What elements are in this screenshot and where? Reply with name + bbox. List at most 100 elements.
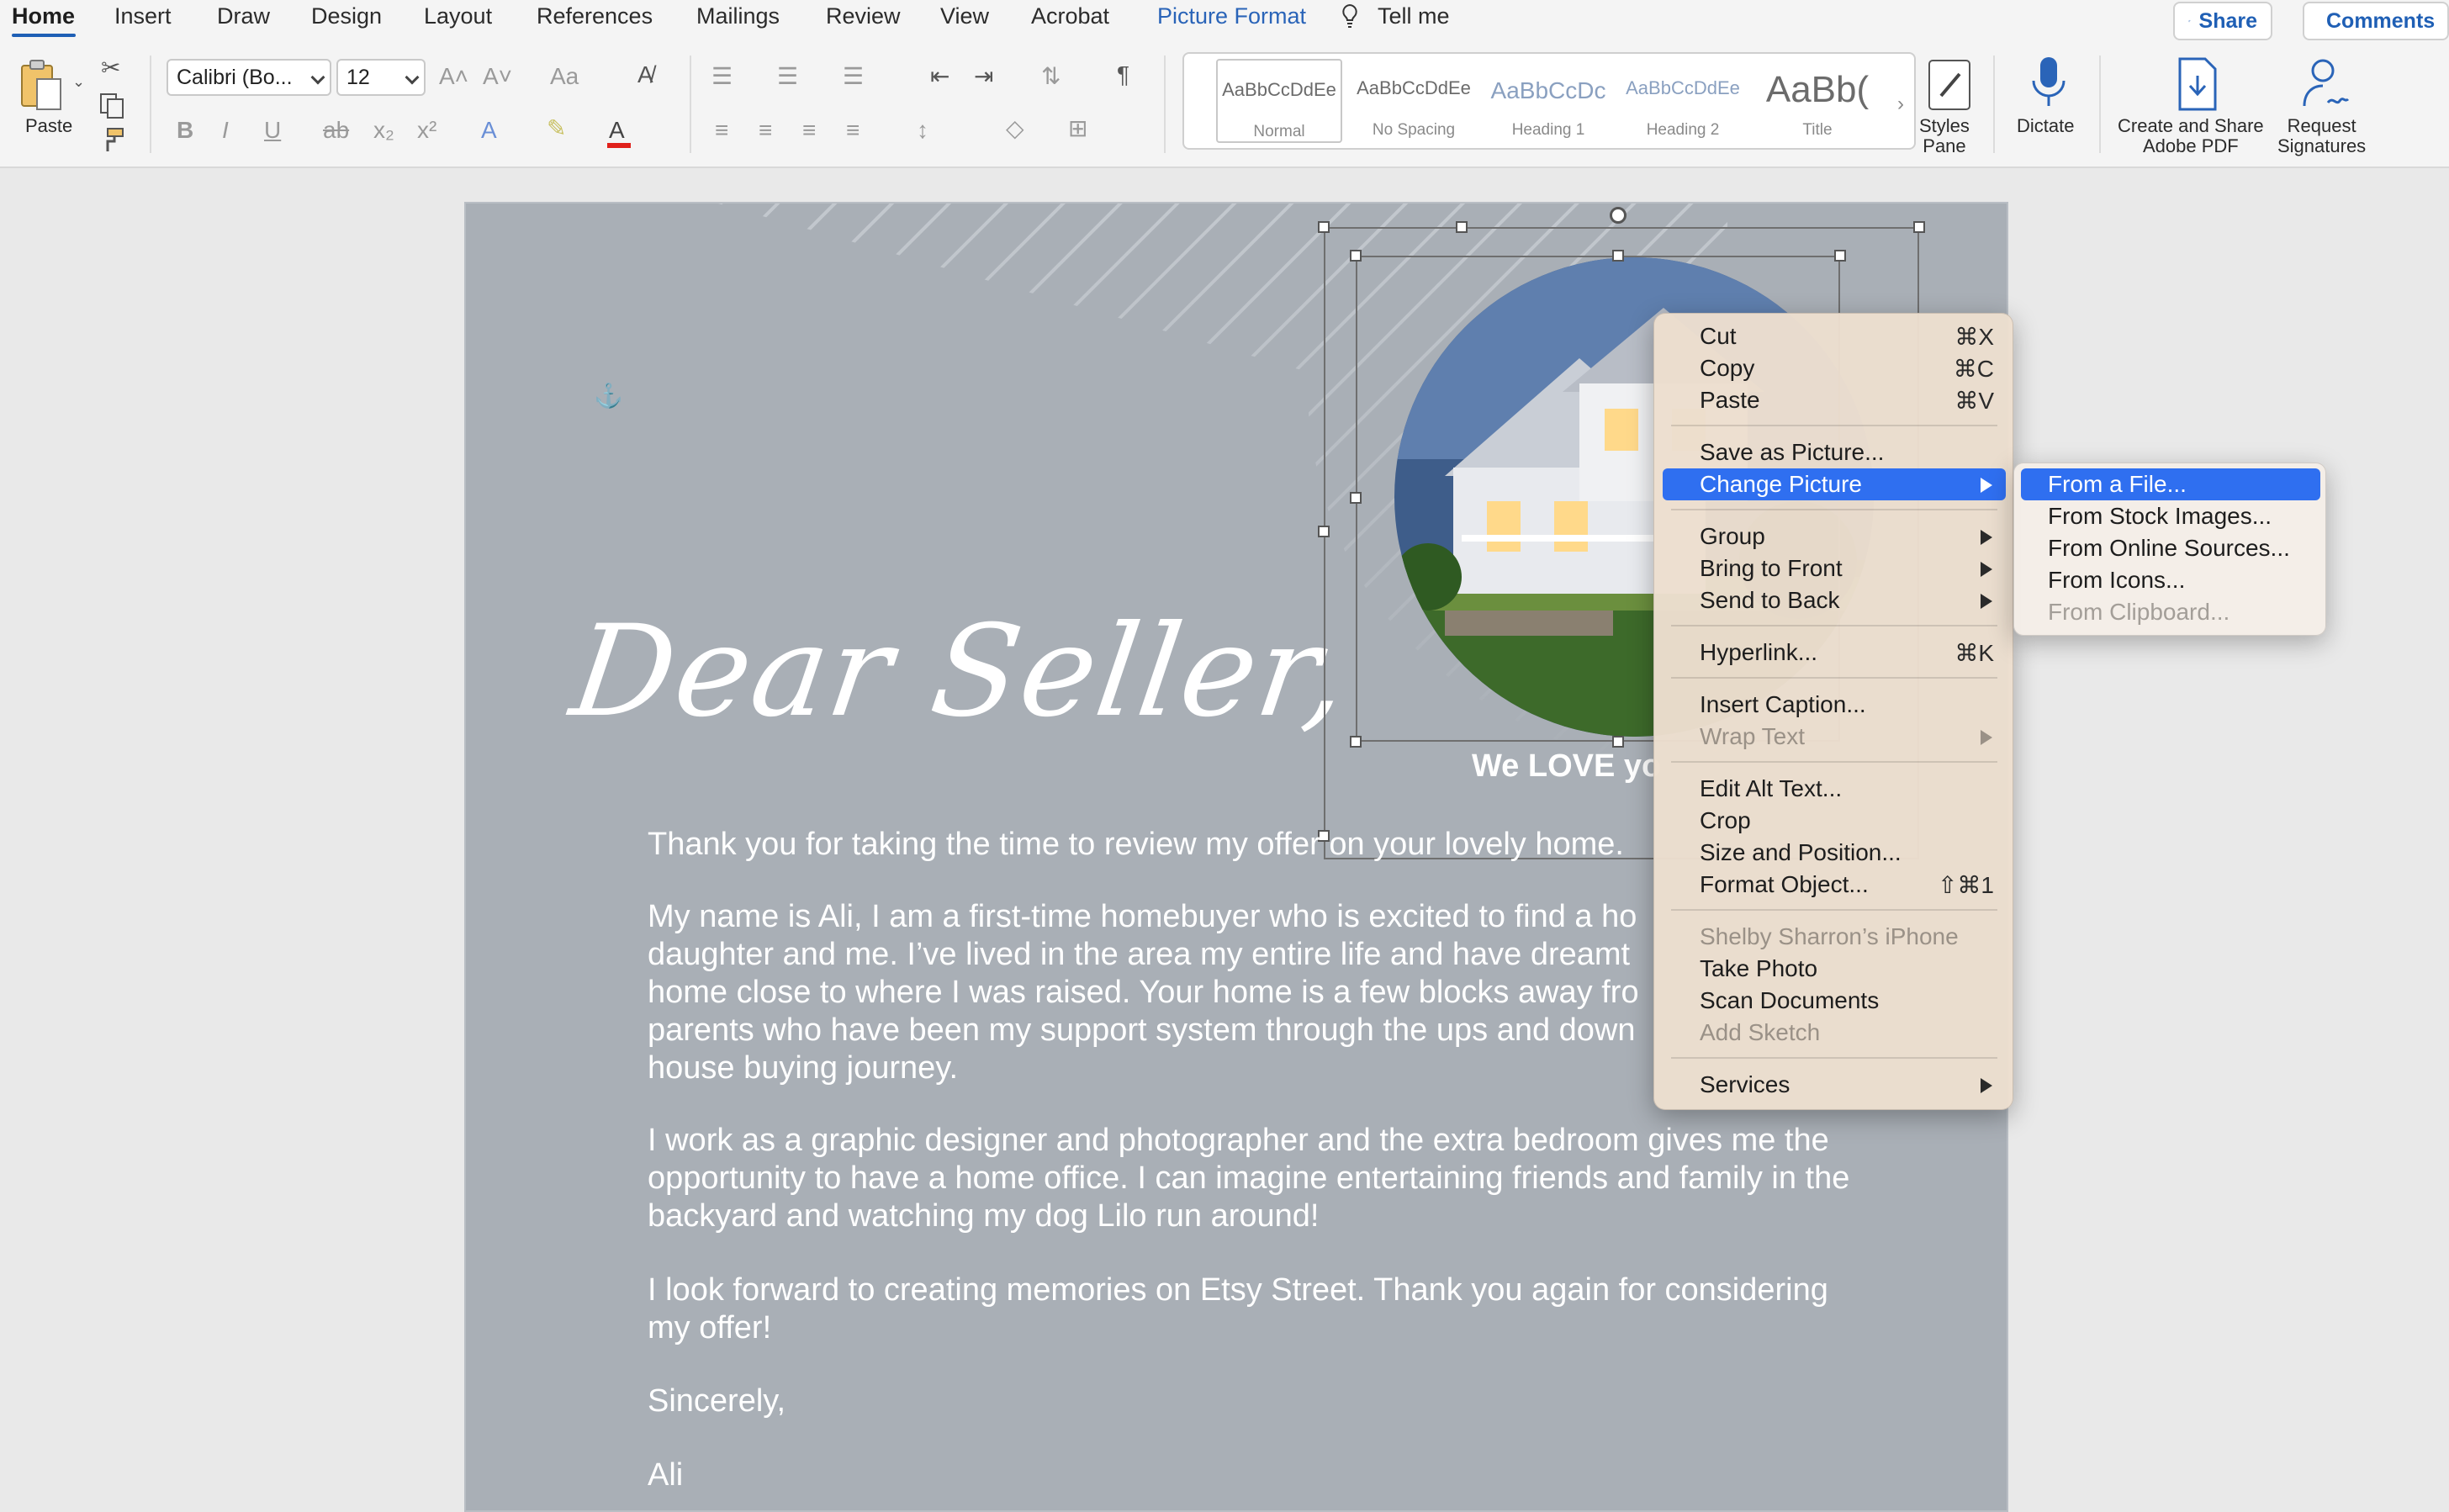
menu-item-copy[interactable]: Copy ⌘C	[1663, 352, 2006, 384]
increase-indent-icon[interactable]: ⇥	[974, 64, 993, 89]
clear-formatting-icon[interactable]: A̸	[637, 62, 653, 87]
strikethrough-icon[interactable]: ab	[323, 118, 349, 143]
tab-acrobat[interactable]: Acrobat	[1031, 3, 1109, 29]
menu-item-edit-alt-text[interactable]: Edit Alt Text...	[1663, 773, 2006, 805]
subscript-icon[interactable]: x₂	[373, 118, 394, 143]
resize-handle[interactable]	[1318, 221, 1330, 233]
italic-icon[interactable]: I	[222, 118, 229, 143]
tab-insert[interactable]: Insert	[114, 3, 172, 29]
font-size-combo[interactable]: 12	[336, 59, 426, 96]
menu-item-label: Scan Documents	[1700, 987, 1880, 1013]
copy-icon[interactable]	[98, 91, 126, 119]
resize-handle[interactable]	[1913, 221, 1925, 233]
menu-item-group[interactable]: Group	[1663, 521, 2006, 552]
shading-icon[interactable]: ◇	[1006, 116, 1024, 141]
paragraph-3: I work as a graphic designer and photogr…	[648, 1123, 1850, 1234]
justify-icon[interactable]: ≡	[846, 118, 860, 143]
paste-options-chevron-icon[interactable]: ⌄	[72, 69, 85, 94]
menu-item-cut[interactable]: Cut ⌘X	[1663, 320, 2006, 352]
decrease-indent-icon[interactable]: ⇤	[930, 64, 949, 89]
font-name-combo[interactable]: Calibri (Bo...	[167, 59, 331, 96]
resize-handle[interactable]	[1612, 250, 1624, 262]
rotate-handle-icon[interactable]	[1610, 207, 1626, 224]
show-formatting-icon[interactable]: ¶	[1117, 62, 1129, 87]
style-heading-1[interactable]: AaBbCcDc Heading 1	[1485, 59, 1611, 143]
menu-item-scan-documents[interactable]: Scan Documents	[1663, 985, 2006, 1017]
grow-font-icon[interactable]: A˄	[439, 64, 468, 89]
paste-icon[interactable]	[17, 59, 64, 113]
styles-pane-icon[interactable]	[1926, 54, 1973, 116]
style-no-spacing[interactable]: AaBbCcDdEe No Spacing	[1351, 59, 1477, 143]
submenu-item-from-stock-images[interactable]: From Stock Images...	[2021, 500, 2320, 532]
microphone-icon[interactable]	[2028, 54, 2069, 111]
tab-layout[interactable]: Layout	[424, 3, 492, 29]
style-normal[interactable]: AaBbCcDdEe Normal	[1216, 59, 1342, 143]
menu-item-size-and-position[interactable]: Size and Position...	[1663, 837, 2006, 869]
tab-picture-format[interactable]: Picture Format	[1157, 3, 1306, 29]
align-center-icon[interactable]: ≡	[759, 118, 772, 143]
tab-mailings[interactable]: Mailings	[696, 3, 780, 29]
style-name: Normal	[1253, 123, 1305, 140]
multilevel-list-icon[interactable]: ☰	[843, 64, 864, 89]
tab-view[interactable]: View	[940, 3, 989, 29]
align-left-icon[interactable]: ≡	[715, 118, 728, 143]
submenu-item-from-file[interactable]: From a File...	[2021, 468, 2320, 500]
tab-review[interactable]: Review	[826, 3, 901, 29]
shortcut-label: ⇧⌘1	[1937, 872, 1994, 898]
format-painter-icon[interactable]	[98, 126, 126, 155]
highlight-icon[interactable]: ✎	[547, 116, 566, 141]
menu-item-label: Shelby Sharron’s iPhone	[1700, 923, 1959, 949]
menu-item-services[interactable]: Services	[1663, 1069, 2006, 1101]
change-case-icon[interactable]: Aa	[550, 64, 579, 89]
resize-handle[interactable]	[1318, 526, 1330, 537]
gallery-more-chevron-icon[interactable]: ›	[1897, 93, 1904, 116]
font-color-icon[interactable]: A	[609, 118, 625, 143]
resize-handle[interactable]	[1456, 221, 1468, 233]
resize-handle[interactable]	[1834, 250, 1846, 262]
resize-handle[interactable]	[1612, 736, 1624, 748]
resize-handle[interactable]	[1350, 250, 1362, 262]
tell-me-search[interactable]: Tell me	[1378, 3, 1450, 29]
menu-item-insert-caption[interactable]: Insert Caption...	[1663, 689, 2006, 721]
adobe-pdf-icon[interactable]	[2175, 56, 2220, 113]
menu-item-hyperlink[interactable]: Hyperlink... ⌘K	[1663, 637, 2006, 669]
style-title[interactable]: AaBb( Title	[1754, 59, 1880, 143]
resize-handle[interactable]	[1350, 736, 1362, 748]
tab-references[interactable]: References	[537, 3, 653, 29]
menu-item-label: Wrap Text	[1700, 723, 1806, 749]
tab-draw[interactable]: Draw	[217, 3, 270, 29]
bullets-icon[interactable]: ☰	[711, 64, 733, 89]
sort-icon[interactable]: ⇅	[1041, 64, 1061, 89]
menu-item-change-picture[interactable]: Change Picture	[1663, 468, 2006, 500]
line-spacing-icon[interactable]: ↕	[917, 118, 928, 143]
tab-home[interactable]: Home	[12, 3, 75, 29]
request-signatures-icon[interactable]	[2299, 56, 2351, 113]
menu-item-label: Change Picture	[1700, 471, 1863, 497]
borders-icon[interactable]: ⊞	[1068, 116, 1087, 141]
menu-item-format-object[interactable]: Format Object... ⇧⌘1	[1663, 869, 2006, 901]
menu-item-save-as-picture[interactable]: Save as Picture...	[1663, 436, 2006, 468]
menu-item-send-to-back[interactable]: Send to Back	[1663, 584, 2006, 616]
menu-item-bring-to-front[interactable]: Bring to Front	[1663, 552, 2006, 584]
bold-icon[interactable]: B	[177, 118, 193, 143]
submenu-item-from-online-sources[interactable]: From Online Sources...	[2021, 532, 2320, 564]
tab-design[interactable]: Design	[311, 3, 382, 29]
menu-item-paste[interactable]: Paste ⌘V	[1663, 384, 2006, 416]
anchor-icon[interactable]: ⚓	[594, 382, 623, 410]
shrink-font-icon[interactable]: A˅	[483, 64, 512, 89]
menu-item-take-photo[interactable]: Take Photo	[1663, 953, 2006, 985]
cut-icon[interactable]: ✂	[101, 56, 120, 81]
share-button[interactable]: Share	[2173, 2, 2272, 40]
ribbon: Home Insert Draw Design Layout Reference…	[0, 0, 2449, 168]
resize-handle[interactable]	[1350, 492, 1362, 504]
submenu-item-from-icons[interactable]: From Icons...	[2021, 564, 2320, 596]
menu-item-label: Send to Back	[1700, 587, 1840, 613]
underline-icon[interactable]: U	[264, 118, 281, 143]
align-right-icon[interactable]: ≡	[802, 118, 816, 143]
comments-button[interactable]: Comments	[2303, 2, 2449, 40]
superscript-icon[interactable]: x²	[417, 118, 436, 143]
text-effects-icon[interactable]: A	[481, 118, 497, 143]
style-heading-2[interactable]: AaBbCcDdEe Heading 2	[1620, 59, 1746, 143]
menu-item-crop[interactable]: Crop	[1663, 805, 2006, 837]
numbering-icon[interactable]: ☰	[777, 64, 798, 89]
